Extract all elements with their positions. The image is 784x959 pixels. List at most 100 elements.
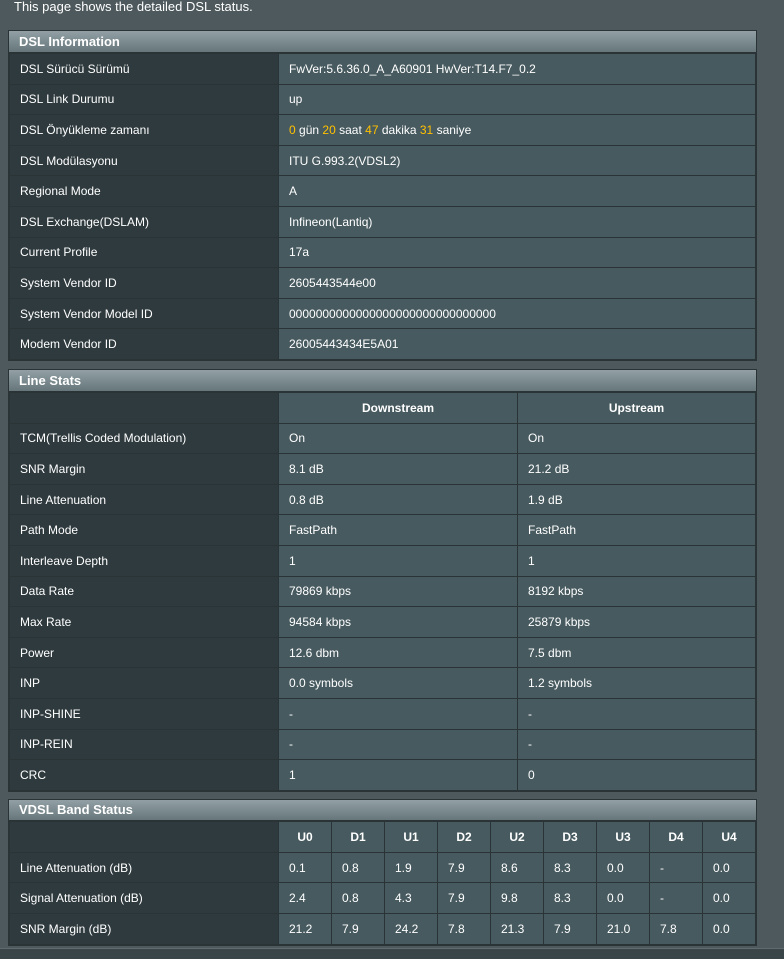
- table-row: DSL Önyükleme zamanı 0 gün 20 saat 47 da…: [9, 114, 756, 146]
- line-stat-up-cell: 1.2 symbols: [517, 667, 756, 699]
- uptime-minutes-unit: dakika: [381, 122, 417, 137]
- table-header-row: Downstream Upstream: [9, 392, 756, 424]
- line-stat-up-cell: 0: [517, 759, 756, 791]
- line-stat-label-cell: TCM(Trellis Coded Modulation): [9, 422, 279, 455]
- line-stat-down-cell: 1: [278, 544, 518, 577]
- band-header-u2: U2: [490, 821, 544, 853]
- table-row: DSL Modülasyonu ITU G.993.2(VDSL2): [9, 144, 756, 177]
- band-value-d3: 8.3: [543, 882, 597, 915]
- dsl-information-panel: DSL Information DSL Sürücü Sürümü FwVer:…: [8, 30, 757, 361]
- header-blank: [9, 392, 279, 424]
- dsl-information-table: DSL Sürücü Sürümü FwVer:5.6.36.0_A_A6090…: [9, 53, 756, 360]
- table-row: Interleave Depth 1 1: [9, 544, 756, 577]
- table-row: DSL Sürücü Sürümü FwVer:5.6.36.0_A_A6090…: [9, 53, 756, 85]
- band-value-d4: -: [649, 882, 703, 915]
- uptime-label: DSL Önyükleme zamanı: [9, 114, 279, 146]
- regional-mode-value: A: [278, 175, 756, 207]
- band-value-d2: 7.9: [437, 882, 491, 915]
- vdsl-band-body: Line Attenuation (dB) 0.1 0.8 1.9 7.9 8.6 8.3 0…: [9, 851, 756, 945]
- line-stat-down-cell: 8.1 dB: [278, 453, 518, 485]
- line-stat-up-cell: 8192 kbps: [517, 575, 756, 608]
- table-row: TCM(Trellis Coded Modulation) On On: [9, 422, 756, 455]
- band-value-u4: 0.0: [702, 851, 756, 884]
- band-header-u1: U1: [384, 821, 438, 853]
- band-header-d4: D4: [649, 821, 703, 853]
- system-vendor-id-value: 2605443544e00: [278, 267, 756, 299]
- uptime-days: 0: [289, 122, 296, 137]
- table-row: Power 12.6 dbm 7.5 dbm: [9, 636, 756, 669]
- link-status-label: DSL Link Durumu: [9, 83, 279, 116]
- uptime-hours-unit: saat: [339, 122, 362, 137]
- line-stat-label-cell: Power: [9, 636, 279, 669]
- band-value-u0: 21.2: [278, 913, 332, 945]
- uptime-minutes: 47: [365, 122, 379, 137]
- table-row: CRC 1 0: [9, 759, 756, 791]
- dslam-label: DSL Exchange(DSLAM): [9, 205, 279, 238]
- link-status-value: up: [278, 83, 756, 116]
- line-stat-down-cell: 12.6 dbm: [278, 636, 518, 669]
- table-row: Current Profile 17a: [9, 236, 756, 269]
- line-stat-label-cell: Path Mode: [9, 514, 279, 546]
- driver-version-label: DSL Sürücü Sürümü: [9, 53, 279, 85]
- header-blank: [9, 821, 279, 853]
- system-vendor-model-id-label: System Vendor Model ID: [9, 297, 279, 330]
- band-row-label: Signal Attenuation (dB): [9, 882, 279, 915]
- profile-value: 17a: [278, 236, 756, 269]
- downstream-header: Downstream: [278, 392, 518, 424]
- line-stat-label-cell: CRC: [9, 759, 279, 791]
- table-row: Max Rate 94584 kbps 25879 kbps: [9, 606, 756, 638]
- uptime-seconds: 31: [419, 122, 434, 137]
- bottom-bar: [0, 948, 784, 959]
- line-stat-label-cell: Data Rate: [9, 575, 279, 608]
- table-row: INP 0.0 symbols 1.2 symbols: [9, 667, 756, 699]
- band-value-u1: 1.9: [384, 851, 438, 884]
- band-header-u4: U4: [702, 821, 756, 853]
- line-stat-label-cell: INP-REIN: [9, 728, 279, 761]
- uptime-value: 0 gün 20 saat 47 dakika 31 saniye: [278, 114, 756, 146]
- table-header-row: U0 D1 U1 D2 U2 D3 U3 D4 U4: [9, 821, 756, 853]
- uptime-seconds-unit: saniye: [436, 122, 472, 137]
- table-row: SNR Margin (dB) 21.2 7.9 24.2 7.8 21.3 7.9 21.0…: [9, 913, 756, 945]
- band-header-d1: D1: [331, 821, 385, 853]
- band-row-label: SNR Margin (dB): [9, 913, 279, 945]
- page-description: This page shows the detailed DSL status.: [14, 0, 253, 14]
- line-stat-label-cell: Interleave Depth: [9, 544, 279, 577]
- system-vendor-model-id-value: 0000000000000000000000000000000: [278, 297, 756, 330]
- band-value-d2: 7.8: [437, 913, 491, 945]
- line-stat-down-cell: 79869 kbps: [278, 575, 518, 608]
- band-header-u3: U3: [596, 821, 650, 853]
- line-stat-down-cell: FastPath: [278, 514, 518, 546]
- band-value-u3: 0.0: [596, 851, 650, 884]
- driver-version-value: FwVer:5.6.36.0_A_A60901 HwVer:T14.F7_0.2: [278, 53, 756, 85]
- line-stat-down-cell: 0.8 dB: [278, 483, 518, 516]
- line-stat-up-cell: 25879 kbps: [517, 606, 756, 638]
- vdsl-band-table: U0 D1 U1 D2 U2 D3 U3 D4 U4 Line Attenuation (dB)…: [9, 821, 756, 945]
- dsl-information-title: DSL Information: [9, 31, 756, 53]
- upstream-header: Upstream: [517, 392, 756, 424]
- band-value-d1: 0.8: [331, 851, 385, 884]
- band-value-u2: 9.8: [490, 882, 544, 915]
- band-value-d3: 8.3: [543, 851, 597, 884]
- band-header-d2: D2: [437, 821, 491, 853]
- line-stat-down-cell: 0.0 symbols: [278, 667, 518, 699]
- uptime-hours: 20: [322, 122, 336, 137]
- band-value-u3: 0.0: [596, 882, 650, 915]
- line-stat-label-cell: INP: [9, 667, 279, 699]
- line-stat-up-cell: On: [517, 422, 756, 455]
- table-row: System Vendor ID 2605443544e00: [9, 267, 756, 299]
- modulation-label: DSL Modülasyonu: [9, 144, 279, 177]
- table-row: SNR Margin 8.1 dB 21.2 dB: [9, 453, 756, 485]
- band-row-label: Line Attenuation (dB): [9, 851, 279, 884]
- table-row: DSL Link Durumu up: [9, 83, 756, 116]
- band-value-d4: 7.8: [649, 913, 703, 945]
- dslam-value: Infineon(Lantiq): [278, 205, 756, 238]
- line-stat-down-cell: 94584 kbps: [278, 606, 518, 638]
- table-row: Regional Mode A: [9, 175, 756, 207]
- line-stat-up-cell: FastPath: [517, 514, 756, 546]
- line-stat-down-cell: On: [278, 422, 518, 455]
- band-value-u0: 0.1: [278, 851, 332, 884]
- table-row: Signal Attenuation (dB) 2.4 0.8 4.3 7.9 9.8 8.…: [9, 882, 756, 915]
- table-row: System Vendor Model ID 00000000000000000…: [9, 297, 756, 330]
- band-header-u0: U0: [278, 821, 332, 853]
- modulation-value: ITU G.993.2(VDSL2): [278, 144, 756, 177]
